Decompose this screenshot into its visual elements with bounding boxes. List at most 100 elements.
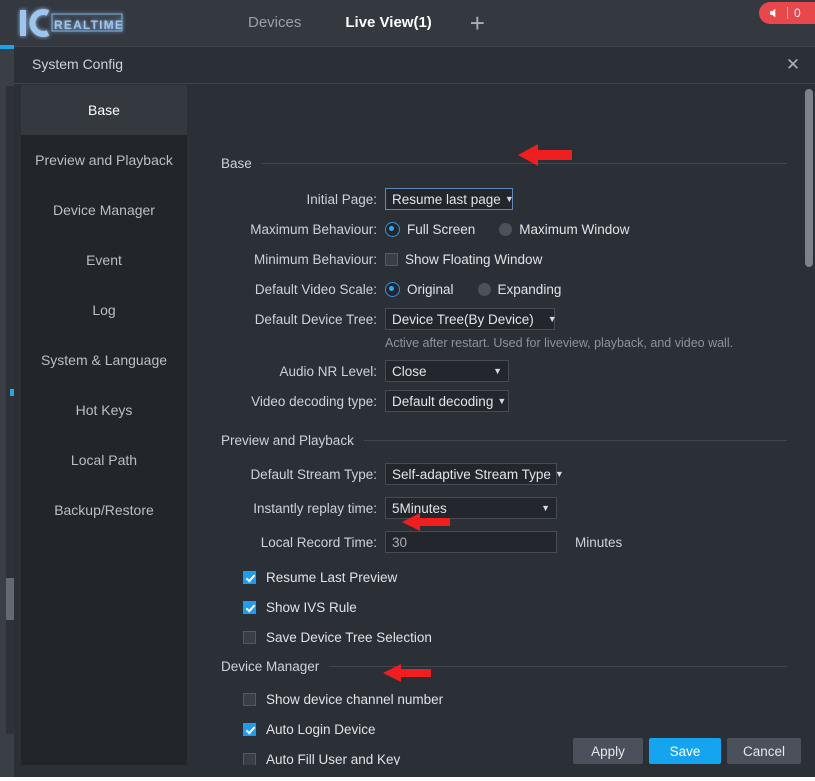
sidebar-item-system-and-language[interactable]: System & Language (21, 335, 187, 385)
row-default-video-scale: Default Video Scale: Original Expanding (221, 277, 787, 301)
local-record-time-unit: Minutes (575, 534, 623, 550)
radio-maximum-window[interactable]: Maximum Window (499, 221, 630, 237)
local-record-time-input[interactable] (385, 531, 557, 553)
instantly-replay-time-value: 5Minutes (392, 500, 447, 516)
checkbox-show-floating-window-label: Show Floating Window (405, 251, 543, 267)
chevron-down-icon: ▼ (541, 503, 550, 513)
audio-nr-level-select[interactable]: Close ▼ (385, 360, 509, 382)
radio-expanding[interactable]: Expanding (477, 281, 562, 297)
row-default-stream-type: Default Stream Type: Self-adaptive Strea… (221, 462, 787, 486)
radio-expanding-label: Expanding (497, 281, 562, 297)
audio-nr-level-label: Audio NR Level: (279, 363, 377, 379)
row-initial-page: Initial Page: Resume last page ▼ (221, 187, 787, 211)
row-local-record-time: Local Record Time: Minutes (221, 530, 787, 554)
alert-count: 0 (794, 6, 801, 20)
page-title: System Config (32, 56, 124, 72)
video-decoding-type-value: Default decoding (392, 393, 494, 409)
device-tree-hint: Active after restart. Used for liveview,… (385, 336, 734, 350)
checkbox-show-device-channel-number-box (243, 692, 256, 706)
save-button[interactable]: Save (649, 738, 721, 764)
minimum-behaviour-label: Minimum Behaviour: (253, 251, 377, 267)
radio-full-screen-label: Full Screen (407, 221, 476, 237)
sidebar-item-log[interactable]: Log (21, 285, 187, 335)
row-minimum-behaviour: Minimum Behaviour: Show Floating Window (221, 247, 787, 271)
checkbox-show-device-channel-number[interactable]: Show device channel number (243, 688, 787, 710)
radio-maximum-window-label: Maximum Window (519, 221, 630, 237)
default-device-tree-control: Device Tree(By Device) ▼ (385, 308, 557, 330)
local-record-time-label: Local Record Time: (260, 534, 377, 550)
left-accent-bar (0, 45, 14, 49)
maximum-behaviour-control: Full Screen Maximum Window (385, 221, 630, 237)
default-stream-type-value: Self-adaptive Stream Type (392, 466, 551, 482)
dialog-title-bar: System Config ✕ (14, 47, 815, 84)
section-preview-header: Preview and Playback (221, 430, 787, 450)
video-decoding-type-select[interactable]: Default decoding ▼ (385, 390, 509, 412)
initial-page-label: Initial Page: (306, 191, 377, 207)
chevron-down-icon: ▼ (504, 194, 514, 204)
local-record-time-control: Minutes (385, 531, 622, 553)
sidebar-item-base[interactable]: Base (21, 85, 187, 135)
checkbox-show-floating-window-box (385, 252, 398, 266)
plus-icon[interactable]: + (462, 0, 493, 46)
checkbox-resume-last-preview[interactable]: Resume Last Preview (243, 566, 787, 588)
sidebar-item-preview-and-playback[interactable]: Preview and Playback (21, 135, 187, 185)
sidebar-item-backup-restore[interactable]: Backup/Restore (21, 485, 187, 535)
tab-live-view[interactable]: Live View(1) (323, 0, 453, 46)
checkbox-show-device-channel-number-label: Show device channel number (266, 691, 444, 707)
close-icon[interactable]: ✕ (781, 53, 805, 77)
top-nav-tabs: Devices Live View(1) + (226, 0, 493, 46)
ic-realtime-logo: REALTIME (14, 4, 126, 42)
system-config-dialog: System Config ✕ Base Preview and Playbac… (14, 46, 815, 778)
radio-expanding-indicator (477, 282, 491, 296)
default-device-tree-select[interactable]: Device Tree(By Device) ▼ (385, 308, 557, 330)
alert-divider (787, 7, 788, 19)
radio-full-screen[interactable]: Full Screen (385, 221, 476, 237)
default-stream-type-control: Self-adaptive Stream Type ▼ (385, 463, 564, 485)
video-decoding-type-label: Video decoding type: (251, 393, 377, 409)
section-preview-and-playback: Preview and Playback Default Stream Type… (221, 430, 787, 648)
checkbox-resume-last-preview-label: Resume Last Preview (266, 569, 398, 585)
row-default-device-tree: Default Device Tree: Device Tree(By Devi… (221, 307, 787, 331)
chevron-down-icon: ▼ (554, 469, 564, 479)
checkbox-save-device-tree-selection-label: Save Device Tree Selection (266, 629, 432, 645)
minimum-behaviour-control: Show Floating Window (385, 252, 542, 267)
row-video-decoding-type: Video decoding type: Default decoding ▼ (221, 389, 787, 413)
initial-page-select[interactable]: Resume last page ▼ (385, 188, 514, 210)
section-device-manager-header: Device Manager (221, 656, 787, 676)
checkbox-show-floating-window[interactable]: Show Floating Window (385, 252, 542, 267)
checkbox-save-device-tree-selection[interactable]: Save Device Tree Selection (243, 626, 787, 648)
radio-maximum-window-indicator (499, 222, 513, 236)
sidebar-item-device-manager[interactable]: Device Manager (21, 185, 187, 235)
radio-original[interactable]: Original (385, 281, 454, 297)
tab-devices[interactable]: Devices (226, 0, 323, 46)
checkbox-show-ivs-rule[interactable]: Show IVS Rule (243, 596, 787, 618)
row-audio-nr-level: Audio NR Level: Close ▼ (221, 359, 787, 383)
default-stream-type-select[interactable]: Self-adaptive Stream Type ▼ (385, 463, 564, 485)
section-preview-title: Preview and Playback (221, 432, 354, 448)
default-stream-type-label: Default Stream Type: (250, 466, 377, 482)
sidebar-item-event[interactable]: Event (21, 235, 187, 285)
application-window: REALTIME Devices Live View(1) + 0 System… (0, 0, 815, 781)
apply-button[interactable]: Apply (573, 738, 643, 764)
dialog-footer: Apply Save Cancel (14, 728, 815, 778)
radio-original-label: Original (407, 281, 454, 297)
checkbox-save-device-tree-selection-box (243, 630, 256, 644)
sidebar-item-hot-keys[interactable]: Hot Keys (21, 385, 187, 435)
section-base: Base Initial Page: Resume last page ▼ Ma… (221, 153, 787, 413)
row-instantly-replay-time: Instantly replay time: 5Minutes ▼ (221, 496, 787, 520)
bottom-strip (0, 777, 815, 781)
default-device-tree-value: Device Tree(By Device) (392, 311, 534, 327)
content-scrollbar-thumb[interactable] (805, 89, 813, 267)
initial-page-value: Resume last page (392, 191, 501, 207)
checkbox-resume-last-preview-box (243, 570, 256, 584)
section-device-manager-title: Device Manager (221, 658, 320, 674)
cancel-button[interactable]: Cancel (727, 738, 801, 764)
alert-indicator[interactable]: 0 (759, 2, 815, 24)
instantly-replay-time-select[interactable]: 5Minutes ▼ (385, 497, 557, 519)
section-device-manager-rule (329, 665, 787, 667)
section-base-rule (261, 162, 787, 164)
sidebar-item-local-path[interactable]: Local Path (21, 435, 187, 485)
audio-nr-level-value: Close (392, 363, 427, 379)
instantly-replay-time-label: Instantly replay time: (253, 500, 377, 516)
checkbox-show-ivs-rule-label: Show IVS Rule (266, 599, 357, 615)
